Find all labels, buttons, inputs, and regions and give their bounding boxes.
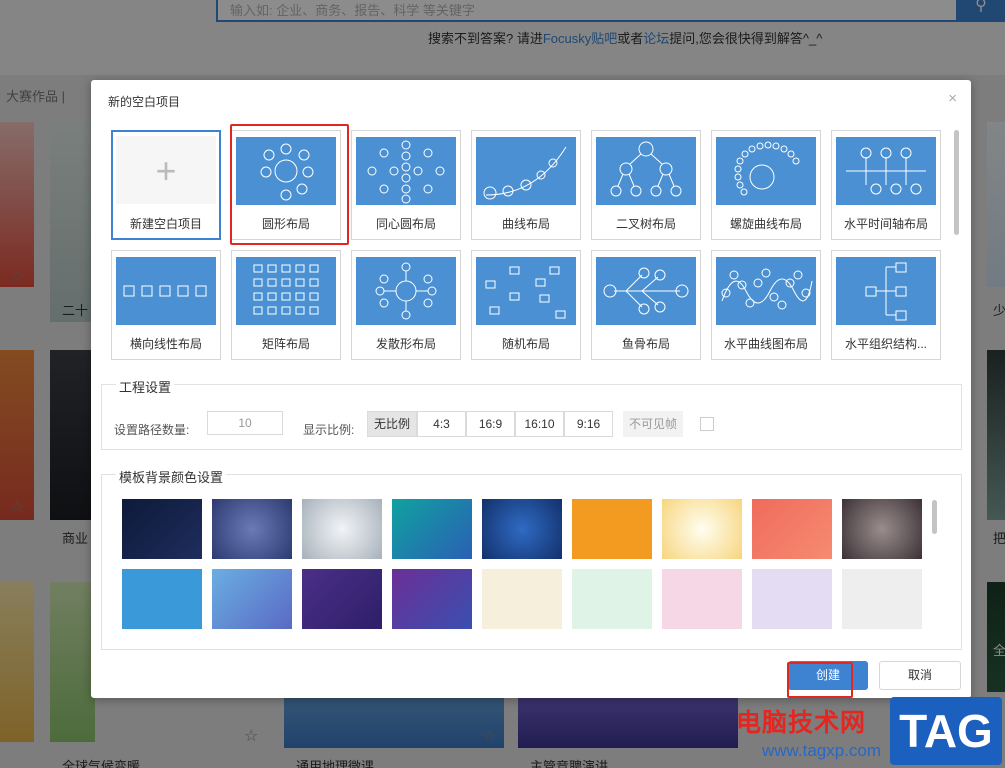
layout-tile-concentric[interactable]: 同心圆布局 [351,130,461,240]
curve-layout-thumbnail [476,137,576,205]
layout-tile-spiral[interactable]: 螺旋曲线布局 [711,130,821,240]
horizontal-linear-layout-thumbnail [116,257,216,325]
layout-tile-org-chart[interactable]: 水平组织结构... [831,250,941,360]
layout-label: 水平组织结构... [844,337,927,351]
path-count-label: 设置路径数量: [114,423,190,437]
bg-color-swatch[interactable] [662,569,742,629]
color-scrollbar[interactable] [932,500,937,534]
bg-color-swatch[interactable] [122,569,202,629]
layout-label: 曲线布局 [501,217,550,231]
path-count-input[interactable]: 10 [207,411,283,435]
random-layout-thumbnail [476,257,576,325]
cancel-button[interactable]: 取消 [879,661,961,690]
org-chart-layout-thumbnail [836,257,936,325]
close-icon[interactable]: × [948,90,957,107]
timeline-layout-thumbnail [836,137,936,205]
layout-tile-random[interactable]: 随机布局 [471,250,581,360]
watermark-logo: TAG [890,697,1002,765]
new-project-dialog: 新的空白项目 × + 新建空白项目 圆形布局 同心圆布局 曲线布局 二叉树布局 … [91,80,971,698]
radial-layout-thumbnail [356,257,456,325]
plus-icon: + [155,150,177,191]
bg-color-swatch[interactable] [842,569,922,629]
bg-color-swatch[interactable] [392,569,472,629]
ratio-option[interactable]: 无比例 [367,411,417,437]
section-title: 工程设置 [116,377,175,396]
section-title: 模板背景颜色设置 [116,467,227,486]
fishbone-layout-thumbnail [596,257,696,325]
layout-label: 新建空白项目 [129,217,202,231]
ratio-option[interactable]: 9:16 [564,411,613,437]
bg-color-swatch[interactable] [482,569,562,629]
bg-color-swatch[interactable] [122,499,202,559]
invisible-frame-checkbox[interactable] [700,417,714,431]
layout-tile-fishbone[interactable]: 鱼骨布局 [591,250,701,360]
layout-label: 鱼骨布局 [621,337,670,351]
binary-tree-layout-thumbnail [596,137,696,205]
dialog-title: 新的空白项目 [108,95,181,109]
highlight-box [787,662,853,698]
bg-color-swatch[interactable] [302,569,382,629]
ratio-option[interactable]: 4:3 [417,411,466,437]
layout-label: 随机布局 [501,337,550,351]
layout-tile-binary-tree[interactable]: 二叉树布局 [591,130,701,240]
bg-color-swatch[interactable] [392,499,472,559]
bg-color-swatch[interactable] [752,499,832,559]
layout-label: 螺旋曲线布局 [729,217,802,231]
layout-tile-horizontal-linear[interactable]: 横向线性布局 [111,250,221,360]
layout-label: 发散形布局 [375,337,436,351]
layout-tile-curve[interactable]: 曲线布局 [471,130,581,240]
blank-thumbnail: + [116,136,216,204]
concentric-layout-thumbnail [356,137,456,205]
layout-tile-matrix[interactable]: 矩阵布局 [231,250,341,360]
matrix-layout-thumbnail [236,257,336,325]
highlight-box [230,124,349,245]
layout-tile-radial[interactable]: 发散形布局 [351,250,461,360]
bg-color-swatch[interactable] [482,499,562,559]
ratio-option[interactable]: 16:9 [466,411,515,437]
horizontal-curve-layout-thumbnail [716,257,816,325]
ratio-option[interactable]: 16:10 [515,411,564,437]
layout-label: 矩阵布局 [261,337,310,351]
layout-scrollbar[interactable] [954,130,959,235]
layout-tile-horizontal-curve[interactable]: 水平曲线图布局 [711,250,821,360]
bg-color-swatch[interactable] [662,499,742,559]
bg-color-swatch[interactable] [842,499,922,559]
invisible-frame-label: 不可见帧 [623,411,683,437]
bg-color-swatch[interactable] [302,499,382,559]
watermark-site-name: 电脑技术网 [736,709,867,737]
layout-label: 横向线性布局 [129,337,202,351]
bg-color-swatch[interactable] [212,569,292,629]
bg-color-swatch[interactable] [572,499,652,559]
bg-color-swatch[interactable] [212,499,292,559]
layout-tile-blank[interactable]: + 新建空白项目 [111,130,221,240]
project-settings-section: 工程设置 设置路径数量: 10 显示比例: 无比例 4:3 16:9 16:10… [101,377,962,450]
layout-label: 同心圆布局 [375,217,436,231]
layout-label: 水平时间轴布局 [843,217,928,231]
spiral-layout-thumbnail [716,137,816,205]
layout-label: 水平曲线图布局 [723,337,808,351]
ratio-label: 显示比例: [303,423,355,437]
layout-label: 二叉树布局 [615,217,676,231]
bg-color-swatch[interactable] [752,569,832,629]
watermark-url: www.tagxp.com [762,741,882,760]
layout-tile-timeline[interactable]: 水平时间轴布局 [831,130,941,240]
bg-color-swatch[interactable] [572,569,652,629]
